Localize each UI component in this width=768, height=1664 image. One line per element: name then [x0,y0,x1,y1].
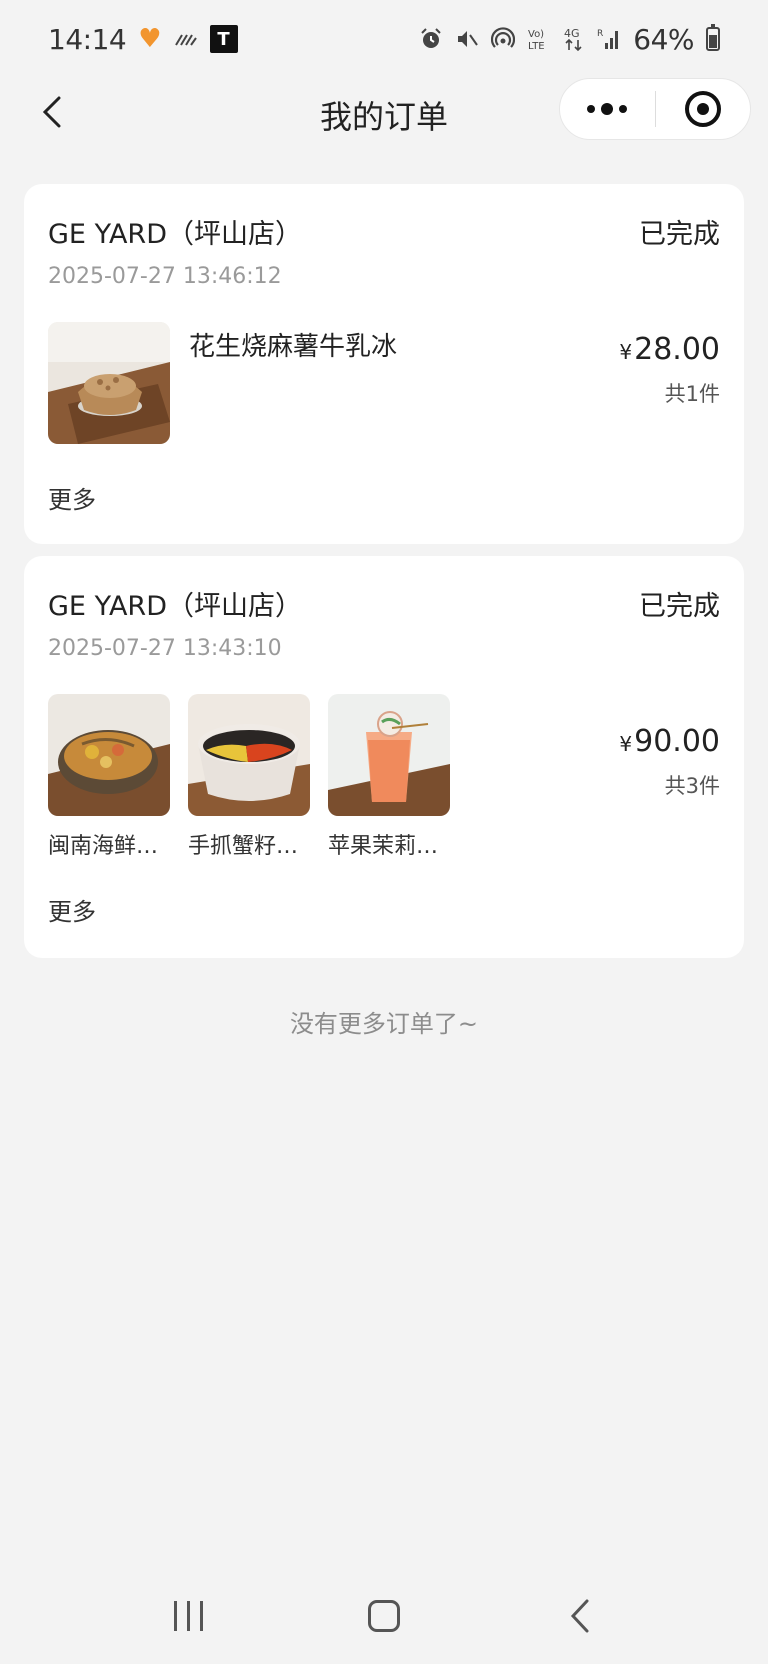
home-icon [368,1600,400,1632]
more-button[interactable]: 更多 [48,892,96,927]
back-arrow-icon [570,1599,589,1633]
target-close-icon [684,91,721,127]
alarm-icon [419,27,443,51]
nav-bar: 我的订单 [0,78,768,146]
item-count: 共1件 [664,382,720,406]
mini-program-capsule [559,78,751,140]
battery-percent: 64% [633,22,694,56]
4g-data-icon: 4G [563,26,585,52]
tesla-icon: T [209,25,238,53]
hotspot-icon [491,27,516,51]
item-caption: 手抓蟹籽… [188,834,299,859]
recents-icon [173,1601,203,1631]
status-left: 14:14 ♥ T [48,23,238,56]
signal-icon: R [597,27,621,51]
currency-symbol: ¥ [619,732,633,756]
product-image-seafood[interactable] [48,694,170,816]
store-name: GE YARD（坪山店） [48,591,302,622]
close-mini-program-button[interactable] [656,79,751,139]
home-button[interactable] [339,1571,429,1661]
volte-icon: Vo) LTE [527,26,551,52]
system-back-button[interactable] [535,1571,625,1661]
more-dots-icon [587,105,596,113]
store-name: GE YARD（坪山店） [48,219,302,250]
item-name: 花生烧麻薯牛乳冰 [189,332,398,362]
order-status: 已完成 [639,591,720,622]
order-total: ¥90.00 [619,724,720,759]
svg-text:R: R [597,29,603,39]
status-bar: 14:14 ♥ T Vo) LTE 4G R 64% [0,0,768,78]
system-nav-bar [0,1568,768,1664]
mute-icon [455,27,479,51]
battery-icon [706,24,720,51]
product-image-shaved-ice[interactable] [48,322,170,444]
order-amount: 28.00 [634,332,720,367]
product-image-apple-jasmine[interactable] [328,694,450,816]
heart-app-icon: ♥ [138,24,162,54]
more-dots-icon-right [619,105,628,113]
svg-text:LTE: LTE [528,41,545,52]
order-amount: 90.00 [634,724,720,759]
target-close-icon-center [696,103,709,115]
order-total: ¥28.00 [619,332,720,367]
order-card[interactable]: GE YARD（坪山店） 已完成 2025-07-27 13:43:10 闽南海… [24,556,744,958]
more-dots-icon-center [601,103,614,115]
item-count: 共3件 [664,774,720,798]
no-more-orders-text: 没有更多订单了~ [289,1010,479,1038]
order-time: 2025-07-27 13:43:10 [48,636,282,661]
status-right: Vo) LTE 4G R 64% [419,23,720,56]
product-image-crab-roe-rice[interactable] [188,694,310,816]
currency-symbol: ¥ [619,340,633,364]
recents-button[interactable] [143,1571,233,1661]
more-button[interactable]: 更多 [48,480,96,515]
item-caption: 闽南海鲜… [48,834,159,859]
item-caption: 苹果茉莉… [328,834,439,859]
more-options-button[interactable] [560,79,655,139]
order-status: 已完成 [639,219,720,250]
svg-text:Vo): Vo) [528,29,544,40]
status-time: 14:14 [48,22,127,56]
activity-icon [174,29,198,49]
order-time: 2025-07-27 13:46:12 [48,264,282,289]
svg-text:4G: 4G [564,27,580,40]
order-card[interactable]: GE YARD（坪山店） 已完成 2025-07-27 13:46:12 花生烧… [24,184,744,544]
